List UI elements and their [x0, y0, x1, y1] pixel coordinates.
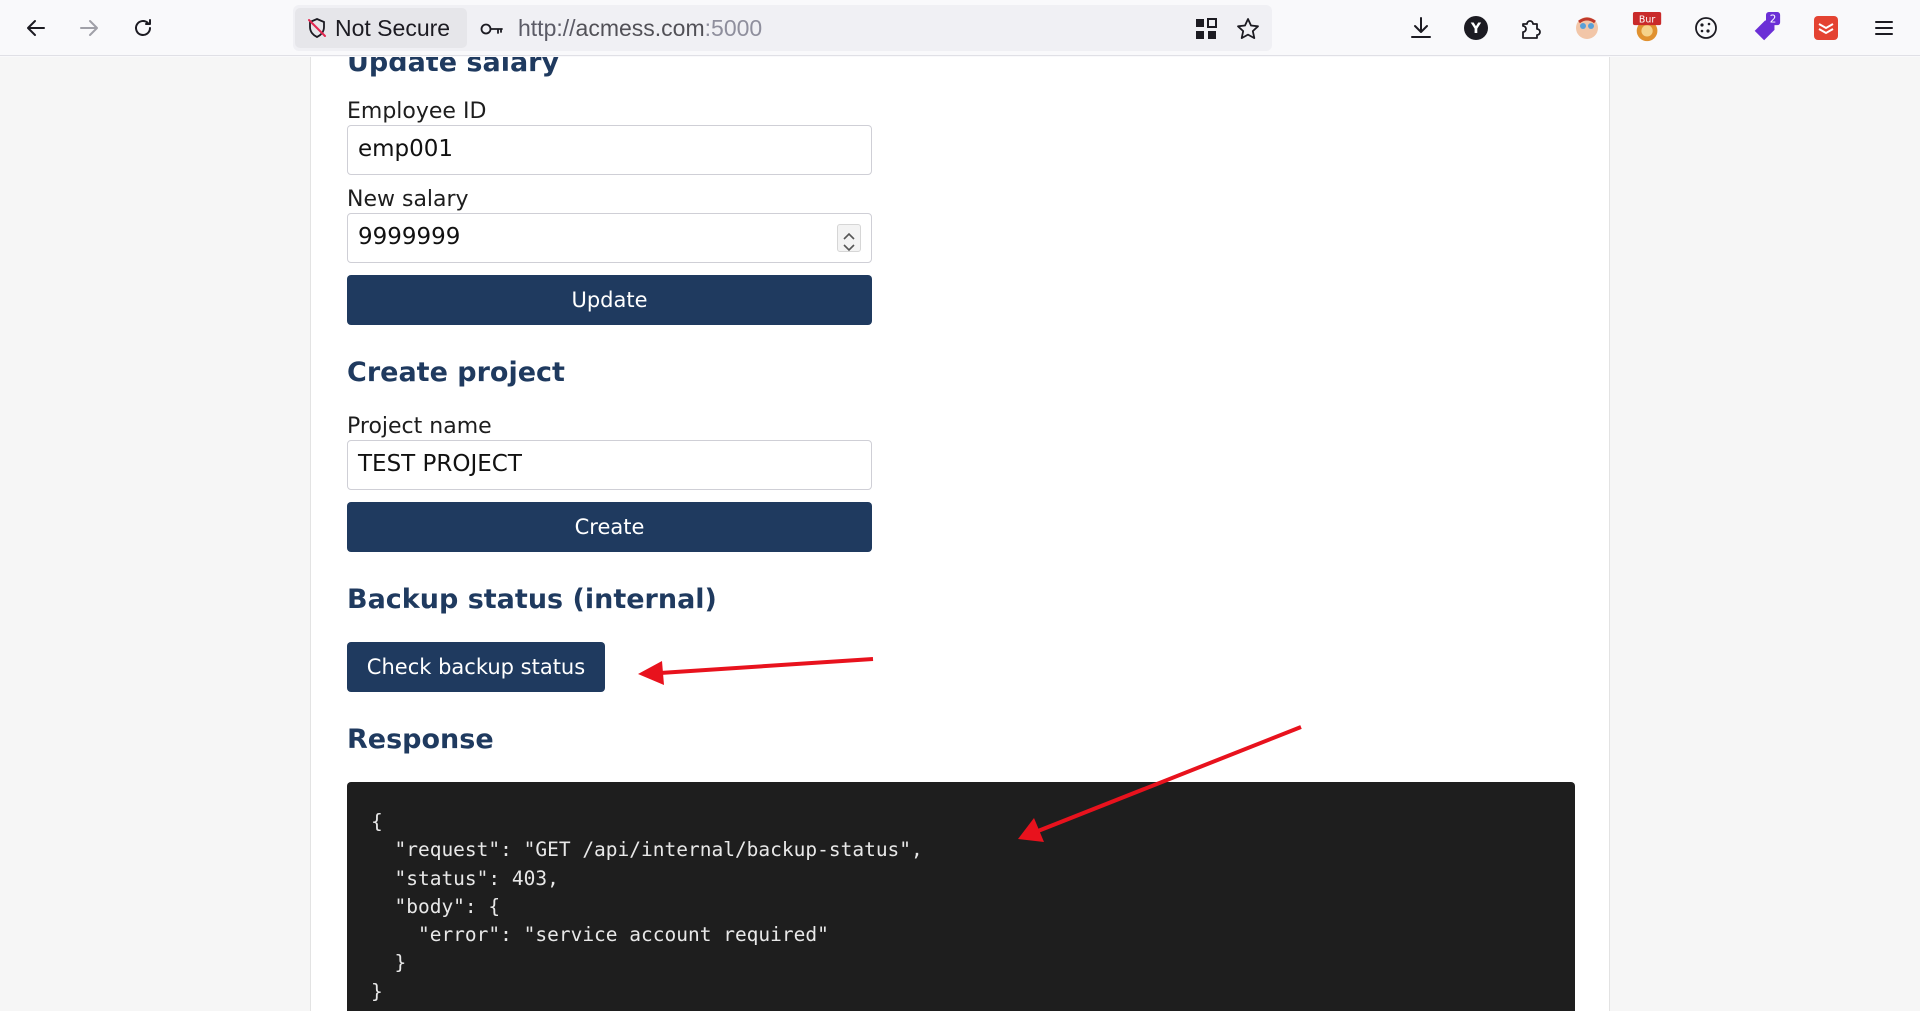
url-port: :5000 — [704, 15, 763, 41]
menu-button[interactable] — [1868, 12, 1900, 44]
back-arrow-icon — [27, 20, 45, 36]
new-salary-input[interactable]: 9999999 — [347, 213, 872, 263]
tag-badge-text: 2 — [1770, 13, 1777, 25]
create-button[interactable]: Create — [347, 502, 872, 552]
cookie-extension-button[interactable] — [1690, 12, 1722, 44]
security-indicator[interactable]: Not Secure — [295, 8, 467, 48]
browser-toolbar: Not Secure http://acmess.com:5000 Y Bur — [0, 0, 1920, 56]
reload-button[interactable] — [125, 10, 161, 46]
qr-grid-icon[interactable] — [1193, 16, 1219, 42]
page-viewport: Update salary Employee ID emp001 New sal… — [0, 57, 1920, 1011]
reload-icon — [135, 19, 151, 36]
shield-slash-icon — [308, 18, 326, 38]
backup-status-heading: Backup status (internal) — [347, 584, 717, 615]
project-name-label: Project name — [347, 414, 492, 439]
employee-id-input[interactable]: emp001 — [347, 125, 872, 175]
response-output: { "request": "GET /api/internal/backup-s… — [347, 782, 1575, 1011]
content-panel: Update salary Employee ID emp001 New sal… — [310, 57, 1610, 1011]
face-mask-icon — [1576, 17, 1598, 39]
stepper-arrows-icon — [843, 232, 855, 252]
url-prefix: http:// — [518, 15, 576, 41]
employee-id-label: Employee ID — [347, 99, 487, 124]
address-bar[interactable]: Not Secure http://acmess.com:5000 — [293, 5, 1272, 51]
todoist-icon — [1814, 16, 1838, 40]
url-text[interactable]: http://acmess.com:5000 — [518, 5, 762, 51]
forward-arrow-icon — [80, 20, 98, 36]
project-name-input[interactable]: TEST PROJECT — [347, 440, 872, 490]
burp-extension-icon: Bur — [1632, 12, 1662, 42]
download-icon — [1411, 17, 1431, 38]
y-extension-glyph: Y — [1470, 21, 1482, 37]
key-icon[interactable] — [479, 16, 505, 42]
new-salary-value: 9999999 — [358, 224, 461, 250]
forward-button[interactable] — [71, 10, 107, 46]
burp-badge-text: Bur — [1639, 14, 1655, 25]
tag-extension-icon: 2 — [1754, 12, 1781, 41]
security-label: Not Secure — [335, 14, 451, 41]
downloads-button[interactable] — [1405, 12, 1437, 44]
new-salary-label: New salary — [347, 187, 469, 212]
back-button[interactable] — [18, 10, 54, 46]
extensions-button[interactable] — [1515, 12, 1547, 44]
update-button[interactable]: Update — [347, 275, 872, 325]
url-host: acmess.com — [575, 15, 705, 41]
y-extension-button[interactable]: Y — [1460, 12, 1492, 44]
burp-extension-button[interactable]: Bur — [1632, 12, 1664, 44]
check-backup-status-button[interactable]: Check backup status — [347, 642, 605, 692]
hamburger-menu-icon — [1875, 21, 1893, 35]
face-extension-button[interactable] — [1571, 12, 1603, 44]
update-salary-heading: Update salary — [347, 57, 560, 78]
response-heading: Response — [347, 724, 494, 755]
number-stepper[interactable] — [837, 224, 861, 252]
tag-extension-button[interactable]: 2 — [1750, 12, 1782, 44]
puzzle-piece-icon — [1522, 20, 1541, 39]
create-project-heading: Create project — [347, 357, 565, 388]
cookie-icon — [1695, 17, 1717, 39]
y-extension-icon: Y — [1464, 16, 1488, 40]
response-json: { "request": "GET /api/internal/backup-s… — [371, 810, 923, 1003]
bookmark-star-icon[interactable] — [1235, 16, 1261, 42]
todoist-extension-button[interactable] — [1810, 12, 1842, 44]
